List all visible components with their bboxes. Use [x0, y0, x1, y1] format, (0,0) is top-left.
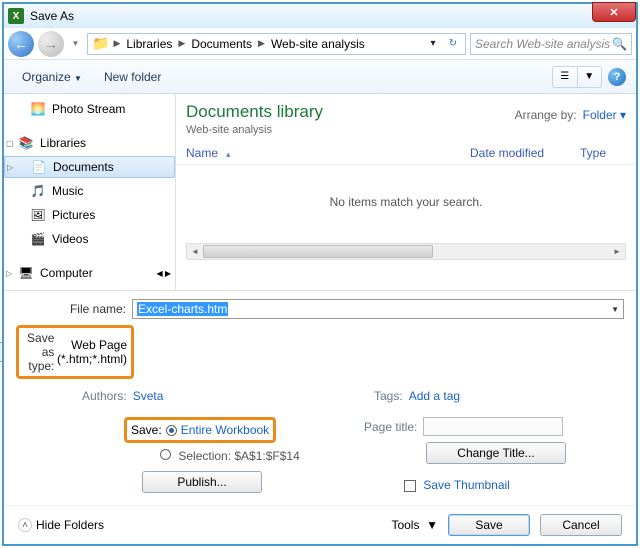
radio-entire-label[interactable]: Entire Workbook — [181, 423, 269, 437]
filename-value: Excel-charts.htm — [137, 302, 228, 316]
back-button[interactable]: ← — [8, 31, 34, 57]
breadcrumb-libraries[interactable]: Libraries — [122, 35, 176, 53]
tools-dropdown[interactable]: Tools ▼ — [391, 518, 438, 532]
library-subtitle: Web-site analysis — [186, 124, 323, 136]
horizontal-scrollbar[interactable]: ◄ ► — [186, 243, 626, 260]
music-icon: 🎵 — [30, 183, 46, 199]
sidebar-tree: 🌅Photo Stream ▢📚Libraries ▷📄Documents 🎵M… — [4, 94, 176, 290]
sidebar-item-documents[interactable]: ▷📄Documents — [4, 156, 175, 178]
chevron-right-icon: ▶ — [113, 38, 120, 49]
authors-value[interactable]: Sveta — [133, 389, 164, 403]
chevron-down-icon: ▼ — [577, 67, 602, 87]
pictures-icon: 🖼 — [30, 207, 46, 223]
chevron-right-icon: ▶ — [178, 38, 185, 49]
sidebar-item-videos[interactable]: 🎬Videos — [4, 228, 175, 250]
sidebar-item-music[interactable]: 🎵Music — [4, 180, 175, 202]
tags-label: Tags: — [374, 389, 403, 403]
expand-icon[interactable]: ▷ — [6, 269, 12, 278]
filename-label: File name: — [16, 302, 126, 316]
column-date[interactable]: Date modified — [470, 146, 580, 160]
content-pane: Documents library Web-site analysis Arra… — [176, 94, 636, 290]
arrange-by-dropdown[interactable]: Folder ▾ — [583, 108, 626, 122]
search-icon: 🔍 — [612, 37, 627, 51]
cancel-button[interactable]: Cancel — [540, 514, 622, 536]
breadcrumb-current[interactable]: Web-site analysis — [267, 35, 369, 53]
save-entire-highlight: Save: Entire Workbook — [124, 417, 276, 443]
form-section: File name: Excel-charts.htm ▼ Save as ty… — [4, 290, 636, 505]
sidebar-item-pictures[interactable]: 🖼Pictures — [4, 204, 175, 226]
refresh-button[interactable]: ↻ — [443, 34, 463, 54]
nav-bar: ← → ▼ 📁 ▶ Libraries ▶ Documents ▶ Web-si… — [4, 28, 636, 60]
chevron-down-icon[interactable]: ▼ — [611, 348, 619, 357]
radio-selection-label[interactable]: Selection: $A$1:$F$14 — [178, 449, 299, 463]
tags-value[interactable]: Add a tag — [409, 389, 460, 403]
filename-input[interactable]: Excel-charts.htm ▼ — [132, 299, 624, 319]
chevron-right-icon: ▶ — [258, 38, 265, 49]
radio-entire-workbook[interactable] — [166, 425, 177, 436]
savetype-value: Web Page (*.htm;*.html) — [57, 338, 127, 366]
scroll-left-icon[interactable]: ◄ — [187, 244, 203, 259]
column-type[interactable]: Type — [580, 146, 626, 160]
save-label: Save: — [131, 423, 162, 437]
folder-icon: 📁 — [90, 35, 111, 52]
sidebar-item-photostream[interactable]: 🌅Photo Stream — [4, 98, 175, 120]
chevron-up-icon: ˄ — [18, 518, 32, 532]
expand-icon[interactable]: ▷ — [7, 163, 13, 172]
address-dropdown[interactable]: ▾ — [423, 34, 443, 54]
save-as-dialog: X Save As ✕ ← → ▼ 📁 ▶ Libraries ▶ Docume… — [2, 2, 638, 546]
pagetitle-input[interactable] — [423, 417, 563, 436]
search-placeholder: Search Web-site analysis — [475, 37, 610, 51]
documents-icon: 📄 — [31, 159, 47, 175]
save-thumbnail-checkbox[interactable] — [404, 480, 416, 492]
arrange-by-label: Arrange by: — [515, 108, 577, 122]
nav-history-dropdown[interactable]: ▼ — [68, 32, 83, 56]
window-title: Save As — [30, 9, 74, 23]
savetype-label: Save as type: — [23, 331, 54, 373]
change-title-button[interactable]: Change Title... — [426, 442, 566, 464]
computer-icon: 🖥 — [18, 265, 34, 281]
authors-label: Authors: — [82, 389, 127, 403]
videos-icon: 🎬 — [30, 231, 46, 247]
excel-app-icon: X — [8, 8, 24, 24]
close-button[interactable]: ✕ — [592, 2, 636, 22]
list-icon: ☰ — [553, 67, 577, 87]
column-headers: Name▴ Date modified Type — [176, 140, 636, 165]
new-folder-button[interactable]: New folder — [96, 66, 169, 88]
bottom-bar: ˄ Hide Folders Tools ▼ Save Cancel — [4, 505, 636, 544]
address-bar[interactable]: 📁 ▶ Libraries ▶ Documents ▶ Web-site ana… — [87, 33, 466, 55]
scroll-right-icon[interactable]: ► — [609, 244, 625, 259]
save-button[interactable]: Save — [448, 514, 530, 536]
pagetitle-label: Page title: — [364, 420, 417, 434]
chevron-down-icon[interactable]: ▼ — [611, 305, 619, 314]
savetype-row-highlight: Save as type: Web Page (*.htm;*.html) — [16, 325, 134, 379]
sort-asc-icon: ▴ — [226, 149, 231, 159]
scroll-thumb[interactable] — [203, 245, 433, 258]
forward-button[interactable]: → — [38, 31, 64, 57]
empty-message: No items match your search. — [176, 165, 636, 239]
expand-icon[interactable]: ▢ — [6, 139, 14, 148]
libraries-icon: 📚 — [18, 135, 34, 151]
breadcrumb-documents[interactable]: Documents — [187, 35, 256, 53]
toolbar: Organize ▼ New folder ☰▼ ? — [4, 60, 636, 94]
hide-folders-button[interactable]: ˄ Hide Folders — [18, 518, 104, 532]
column-name[interactable]: Name▴ — [186, 146, 470, 160]
view-options-button[interactable]: ☰▼ — [552, 66, 602, 88]
photostream-icon: 🌅 — [30, 101, 46, 117]
help-button[interactable]: ? — [608, 68, 626, 86]
library-title: Documents library — [186, 102, 323, 122]
publish-button[interactable]: Publish... — [142, 471, 262, 493]
save-thumbnail-label[interactable]: Save Thumbnail — [423, 478, 510, 492]
sidebar-item-computer[interactable]: ▷🖥Computer◀ ▶ — [4, 262, 175, 284]
organize-button[interactable]: Organize ▼ — [14, 66, 90, 88]
search-input[interactable]: Search Web-site analysis 🔍 — [470, 33, 632, 55]
radio-selection[interactable] — [160, 449, 171, 460]
sidebar-item-libraries[interactable]: ▢📚Libraries — [4, 132, 175, 154]
title-bar: X Save As ✕ — [4, 4, 636, 28]
